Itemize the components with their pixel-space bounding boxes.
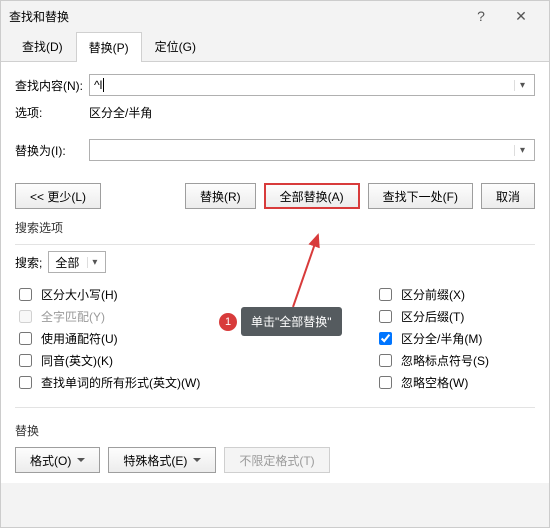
search-scope-label: 搜索; (15, 254, 42, 271)
find-label: 查找内容(N): (15, 77, 89, 94)
help-icon[interactable]: ? (461, 8, 501, 24)
titlebar: 查找和替换 ? ✕ (1, 1, 549, 31)
options-value: 区分全/半角 (89, 104, 152, 121)
search-scope-select[interactable]: 全部 ▾ (48, 251, 106, 273)
chk-width-box[interactable] (379, 332, 392, 345)
find-input-value: ^l (94, 78, 514, 93)
replace-label: 替换为(I): (15, 142, 89, 159)
annotation: 1 单击"全部替换" (219, 307, 342, 336)
chevron-down-icon[interactable]: ▾ (87, 257, 101, 268)
tab-find[interactable]: 查找(D) (9, 31, 76, 61)
replace-section-title: 替换 (15, 422, 535, 439)
chk-space-box[interactable] (379, 376, 392, 389)
chevron-down-icon[interactable]: ▾ (514, 145, 530, 156)
chk-space[interactable]: 忽略空格(W) (375, 371, 535, 393)
replace-button[interactable]: 替换(R) (185, 183, 256, 209)
chk-prefix[interactable]: 区分前缀(X) (375, 283, 535, 305)
tab-goto[interactable]: 定位(G) (142, 31, 209, 61)
chk-punct[interactable]: 忽略标点符号(S) (375, 349, 535, 371)
chk-allforms-box[interactable] (19, 376, 32, 389)
chevron-down-icon[interactable]: ▾ (514, 80, 530, 91)
special-format-button[interactable]: 特殊格式(E) (108, 447, 216, 473)
divider (15, 244, 535, 245)
chk-allforms[interactable]: 查找单词的所有形式(英文)(W) (15, 371, 375, 393)
chk-homophone[interactable]: 同音(英文)(K) (15, 349, 375, 371)
window-title: 查找和替换 (9, 8, 461, 25)
find-next-button[interactable]: 查找下一处(F) (368, 183, 473, 209)
replace-input[interactable]: ▾ (89, 139, 535, 161)
chk-suffix-box[interactable] (379, 310, 392, 323)
chk-punct-box[interactable] (379, 354, 392, 367)
chk-wholeword-box (19, 310, 32, 323)
chk-suffix[interactable]: 区分后缀(T) (375, 305, 535, 327)
chk-wildcard-box[interactable] (19, 332, 32, 345)
chk-width[interactable]: 区分全/半角(M) (375, 327, 535, 349)
search-options-title: 搜索选项 (15, 219, 535, 236)
annotation-text: 单击"全部替换" (241, 307, 342, 336)
chk-case[interactable]: 区分大小写(H) (15, 283, 375, 305)
no-format-button: 不限定格式(T) (224, 447, 329, 473)
less-button[interactable]: << 更少(L) (15, 183, 101, 209)
search-scope-value: 全部 (55, 254, 79, 271)
replace-all-button[interactable]: 全部替换(A) (264, 183, 360, 209)
format-button[interactable]: 格式(O) (15, 447, 100, 473)
annotation-number: 1 (219, 313, 237, 331)
chk-prefix-box[interactable] (379, 288, 392, 301)
chk-case-box[interactable] (19, 288, 32, 301)
find-input[interactable]: ^l ▾ (89, 74, 535, 96)
tabstrip: 查找(D) 替换(P) 定位(G) (1, 31, 549, 62)
chk-homophone-box[interactable] (19, 354, 32, 367)
tab-replace[interactable]: 替换(P) (76, 32, 142, 62)
options-label: 选项: (15, 104, 89, 121)
close-icon[interactable]: ✕ (501, 8, 541, 25)
cancel-button[interactable]: 取消 (481, 183, 535, 209)
